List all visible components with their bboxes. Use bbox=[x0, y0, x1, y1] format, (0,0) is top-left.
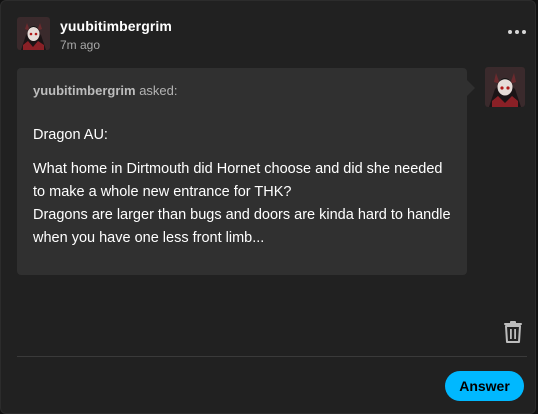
asker-name[interactable]: yuubitimbergrim bbox=[33, 83, 136, 98]
asker-avatar-image bbox=[485, 67, 525, 107]
ask-bubble: yuubitimbergrim asked: Dragon AU: What h… bbox=[17, 68, 475, 275]
ask-paragraph: Dragons are larger than bugs and doors a… bbox=[33, 207, 451, 246]
more-options-button[interactable] bbox=[505, 22, 529, 42]
ask-header: yuubitimbergrim asked: bbox=[33, 83, 178, 98]
ask-paragraph: Dragon AU: bbox=[33, 127, 108, 143]
post-header: yuubitimbergrim 7m ago bbox=[17, 16, 527, 52]
asker-avatar[interactable] bbox=[485, 67, 525, 107]
divider bbox=[17, 356, 527, 357]
asked-label: asked: bbox=[139, 83, 178, 98]
more-horizontal-icon-dot bbox=[522, 30, 526, 34]
more-horizontal-icon-dot bbox=[515, 30, 519, 34]
more-horizontal-icon bbox=[508, 30, 512, 34]
avatar-image bbox=[17, 17, 50, 50]
avatar[interactable] bbox=[17, 17, 50, 50]
delete-button[interactable] bbox=[503, 321, 523, 343]
ask-paragraph: What home in Dirtmouth did Hornet choose… bbox=[33, 161, 443, 200]
answer-button[interactable]: Answer bbox=[445, 371, 524, 401]
post-username[interactable]: yuubitimbergrim bbox=[60, 18, 172, 34]
ask-body: Dragon AU: What home in Dirtmouth did Ho… bbox=[33, 124, 453, 261]
trash-icon bbox=[504, 321, 522, 343]
post-timestamp[interactable]: 7m ago bbox=[60, 38, 100, 52]
post-card: yuubitimbergrim 7m ago yuubitimbergrim a… bbox=[0, 0, 536, 414]
